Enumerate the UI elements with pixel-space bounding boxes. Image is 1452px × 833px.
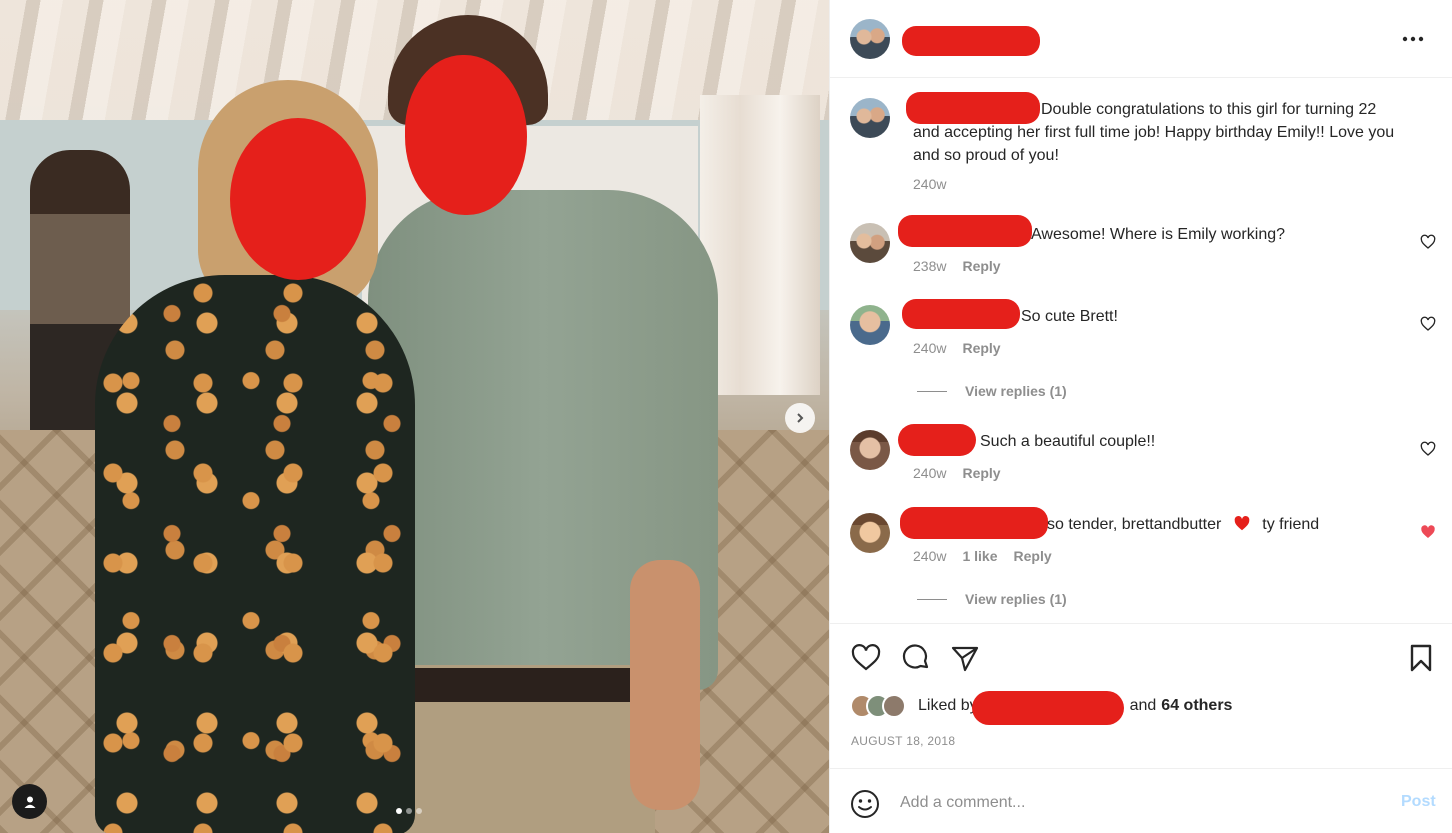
view-replies-label: View replies (1) [965,591,1067,607]
redacted-username[interactable] [971,691,1124,725]
reply-button[interactable]: Reply [962,465,1000,481]
comment-body: Awesome! Where is Emily working? [1031,226,1286,243]
view-replies-button[interactable]: View replies (1) [917,383,1067,399]
view-replies-button[interactable]: View replies (1) [917,591,1067,607]
like-comment-heart-icon[interactable] [1420,316,1436,332]
save-bookmark-icon[interactable] [1405,642,1437,674]
caption-text: Double congratulations to this girl for … [913,98,1403,167]
reply-button[interactable]: Reply [962,258,1000,274]
comment-text: Awesome! Where is Emily working? [913,223,1403,246]
liked-by-and: and [1129,697,1157,714]
comment-text: so tender, brettandbutter ty friend [913,513,1403,536]
user-icon [24,796,35,808]
author-avatar[interactable] [850,19,890,59]
post-header [830,0,1452,78]
photo-man-belt [410,668,630,702]
reply-button[interactable]: Reply [962,340,1000,356]
carousel-dot [406,808,412,814]
share-send-icon[interactable] [949,642,981,674]
post-actions: Liked by and 64 others AUGUST 18, 2018 [830,623,1452,768]
view-replies-divider [917,598,947,600]
comments-list: Double congratulations to this girl for … [830,78,1452,623]
emoji-smiley-icon[interactable] [850,789,880,819]
comment-meta: 240w Reply [913,340,1001,356]
photo-man-arm [630,560,700,810]
carousel-dots [396,808,422,814]
view-replies-divider [917,390,947,392]
view-replies-label: View replies (1) [965,383,1067,399]
add-comment-bar: Post [830,768,1452,833]
caption-time[interactable]: 240w [913,176,946,192]
carousel-dot [416,808,422,814]
comment-body-end: ty friend [1262,516,1320,533]
commenter-avatar[interactable] [850,223,890,263]
like-comment-heart-icon[interactable] [1420,234,1436,250]
like-comment-heart-icon[interactable] [1420,441,1436,457]
photo-woman-dress [95,275,415,833]
tagged-users-button[interactable] [12,784,47,819]
post-side-panel: Double congratulations to this girl for … [829,0,1452,833]
reply-button[interactable]: Reply [1014,548,1052,564]
more-options-button[interactable] [1402,26,1424,46]
comment-body: So cute Brett! [1021,308,1118,325]
red-heart-emoji-icon [1234,516,1250,531]
next-slide-button[interactable] [785,403,815,433]
caption-body: Double congratulations to this girl for … [913,101,1395,164]
comment-text: Such a beautiful couple!! [913,430,1403,453]
liked-by-label: Liked by [918,697,978,714]
comment-time[interactable]: 240w [913,548,946,564]
redacted-face [405,55,527,215]
post-date[interactable]: AUGUST 18, 2018 [851,734,955,748]
liked-by-others-link[interactable]: 64 others [1161,697,1232,715]
comment-meta: 240w 1 like Reply [913,548,1052,564]
post-photo[interactable] [0,0,829,833]
post-comment-button[interactable]: Post [1401,793,1436,811]
comment-bubble-icon[interactable] [900,642,932,674]
comment-input[interactable] [900,789,1370,817]
comment-likes-count[interactable]: 1 like [962,548,997,564]
likes-summary: Liked by and 64 others [850,691,1232,725]
photo-curtain [700,95,820,395]
liker-avatars [850,694,906,718]
more-horizontal-icon [1402,36,1424,42]
commenter-avatar[interactable] [850,513,890,553]
caption-meta: 240w [913,176,946,192]
comment-meta: 240w Reply [913,465,1001,481]
commenter-avatar[interactable] [850,430,890,470]
like-heart-icon[interactable] [850,642,882,674]
commenter-avatar[interactable] [850,305,890,345]
author-avatar[interactable] [850,98,890,138]
comment-time[interactable]: 238w [913,258,946,274]
comment-text: So cute Brett! [913,305,1403,328]
redacted-face [230,118,366,280]
comment-body: Such a beautiful couple!! [980,433,1156,450]
comment-meta: 238w Reply [913,258,1001,274]
carousel-dot [396,808,402,814]
comment-body: so tender, brettandbutter [1047,516,1222,533]
liker-avatar [882,694,906,718]
comment-time[interactable]: 240w [913,465,946,481]
redacted-username[interactable] [902,26,1040,56]
liked-comment-heart-icon[interactable] [1420,524,1436,540]
chevron-right-icon [797,413,804,423]
comment-time[interactable]: 240w [913,340,946,356]
